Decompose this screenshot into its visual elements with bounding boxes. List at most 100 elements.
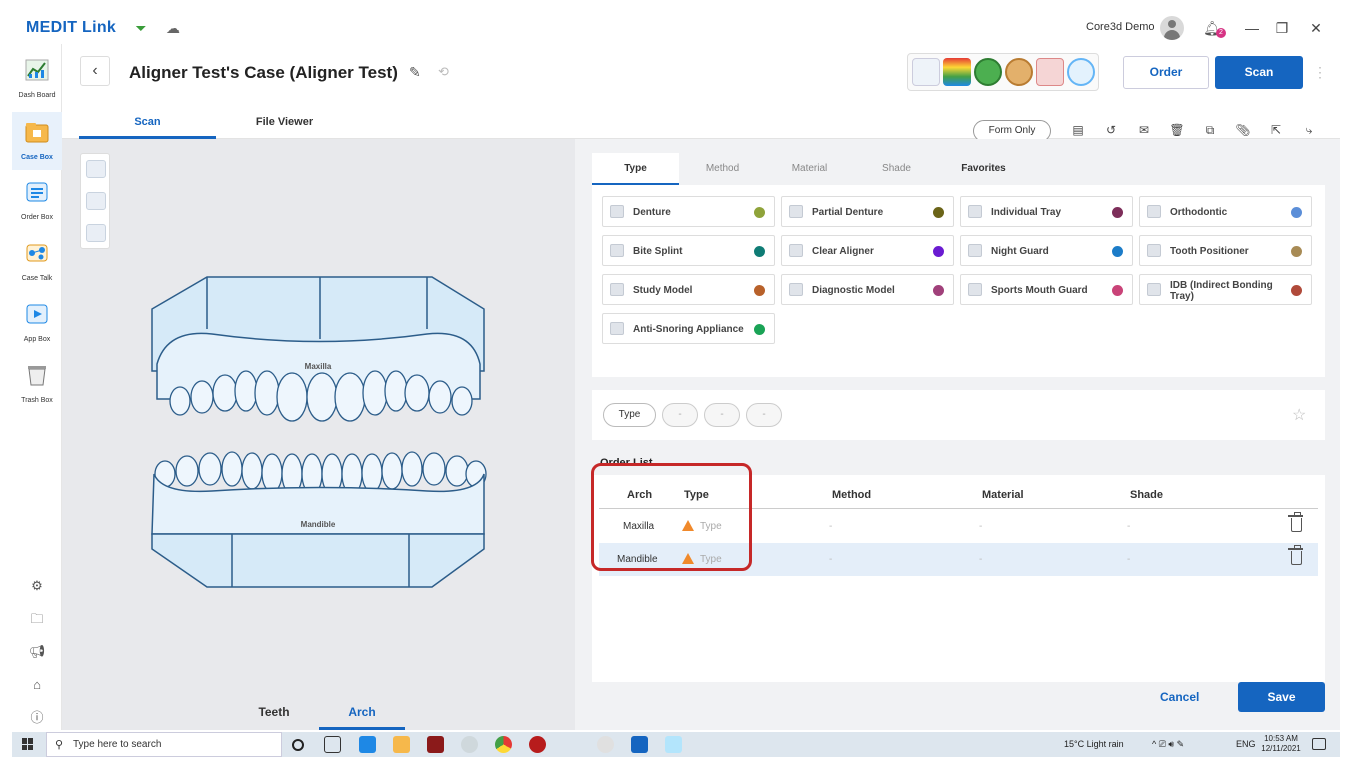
more-icon[interactable]: ⋮ xyxy=(1313,64,1327,81)
history-icon[interactable]: ↺ xyxy=(1102,121,1120,139)
type-card[interactable]: Bite Splint xyxy=(602,235,775,266)
mail-icon[interactable]: ✉ xyxy=(1135,121,1153,139)
export-icon[interactable]: ⇱ xyxy=(1267,121,1285,139)
app-icon[interactable] xyxy=(597,736,614,753)
tab-favorites[interactable]: Favorites xyxy=(940,153,1027,185)
scan-button[interactable]: Scan xyxy=(1215,56,1303,89)
type-card[interactable]: Orthodontic xyxy=(1139,196,1312,227)
model-icon[interactable] xyxy=(974,58,1002,86)
tab-material[interactable]: Material xyxy=(766,153,853,185)
unlink-icon[interactable]: ⟲ xyxy=(438,64,449,80)
app-toolbar xyxy=(907,53,1099,91)
tab-file-viewer[interactable]: File Viewer xyxy=(216,116,353,139)
settings-icon[interactable]: ⚙ xyxy=(27,576,47,596)
save-button[interactable]: Save xyxy=(1238,682,1325,712)
app-icon[interactable] xyxy=(461,736,478,753)
type-card[interactable]: Night Guard xyxy=(960,235,1133,266)
notification-icon[interactable] xyxy=(1312,738,1326,750)
col-shade: Shade xyxy=(1130,489,1164,501)
type-icon xyxy=(610,205,624,218)
app-icon[interactable] xyxy=(665,736,682,753)
type-label: Sports Mouth Guard xyxy=(991,285,1088,296)
smile-icon[interactable] xyxy=(1067,58,1095,86)
star-icon[interactable]: ☆ xyxy=(1292,405,1306,425)
scanner-icon[interactable] xyxy=(912,58,940,86)
copy-icon[interactable]: ⧉ xyxy=(1201,121,1219,139)
sidebar-item-order-box[interactable]: Order Box xyxy=(12,172,62,230)
type-card[interactable]: IDB (Indirect Bonding Tray) xyxy=(1139,274,1312,305)
weather-text[interactable]: 15°C Light rain xyxy=(1064,739,1124,749)
info-icon[interactable]: ⓘ xyxy=(27,708,47,728)
tab-type[interactable]: Type xyxy=(592,153,679,185)
language[interactable]: ENG xyxy=(1236,739,1256,749)
type-card[interactable]: Partial Denture xyxy=(781,196,954,227)
type-icon xyxy=(968,205,982,218)
tab-teeth[interactable]: Teeth xyxy=(234,705,314,730)
back-button[interactable]: ‹ xyxy=(80,56,110,86)
restore-icon[interactable]: ❐ xyxy=(1272,18,1292,38)
taskbar-search[interactable]: ⚲ Type here to search xyxy=(46,732,282,757)
tab-scan[interactable]: Scan xyxy=(79,116,216,139)
order-button[interactable]: Order xyxy=(1123,56,1209,89)
sidebar-item-dash-board[interactable]: Dash Board xyxy=(12,50,62,108)
arch-diagram: Maxilla Mandible xyxy=(151,276,487,588)
type-icon xyxy=(789,244,803,257)
sidebar-item-app-box[interactable]: App Box xyxy=(12,294,62,352)
type-card[interactable]: Study Model xyxy=(602,274,775,305)
note-icon[interactable]: ▤ xyxy=(1069,121,1087,139)
task-view-icon[interactable] xyxy=(324,736,341,753)
teamviewer-icon[interactable] xyxy=(359,736,376,753)
tab-shade[interactable]: Shade xyxy=(853,153,940,185)
pencil-icon[interactable]: ✎ xyxy=(409,64,421,81)
tab-method[interactable]: Method xyxy=(679,153,766,185)
sidebar-item-case-box[interactable]: Case Box xyxy=(12,112,62,170)
minimize-icon[interactable]: — xyxy=(1242,18,1262,38)
filter-icon[interactable]: ⏷ xyxy=(131,18,151,38)
type-label: Clear Aligner xyxy=(812,246,874,257)
chrome-icon[interactable] xyxy=(495,736,512,753)
tab-arch[interactable]: Arch xyxy=(319,705,405,730)
type-card[interactable]: Sports Mouth Guard xyxy=(960,274,1133,305)
clock[interactable]: 10:53 AM 12/11/2021 xyxy=(1260,734,1302,754)
app-icon[interactable] xyxy=(427,736,444,753)
sidebar-item-case-talk[interactable]: Case Talk xyxy=(12,233,62,291)
teeth-icon[interactable] xyxy=(1036,58,1064,86)
app-box-icon xyxy=(24,302,50,326)
cloud-sync-icon[interactable]: ☁ xyxy=(163,18,183,38)
chip-type[interactable]: Type xyxy=(603,403,656,427)
chip-method[interactable]: - xyxy=(662,403,698,427)
home-icon[interactable]: ⌂ xyxy=(27,675,47,695)
mandible-base[interactable] xyxy=(151,533,485,588)
tray-icons[interactable]: ^ ⎚ 🔊︎ ✎ xyxy=(1152,739,1184,750)
type-card[interactable]: Denture xyxy=(602,196,775,227)
attach-icon[interactable]: 📎︎ xyxy=(1234,121,1252,139)
cancel-button[interactable]: Cancel xyxy=(1160,690,1199,704)
medit-link-icon[interactable] xyxy=(631,736,648,753)
cortana-icon[interactable] xyxy=(292,739,304,751)
arch-icon[interactable] xyxy=(1005,58,1033,86)
type-card[interactable]: Anti-Snoring Appliance xyxy=(602,313,775,344)
delete-icon[interactable]: 🗑︎ xyxy=(1168,121,1186,139)
app-window: MEDIT Link ⏷ ☁ Core3d Demo 🔔︎ 2 — ❐ ✕ Da… xyxy=(12,12,1340,730)
close-icon[interactable]: ✕ xyxy=(1306,18,1326,38)
chip-material[interactable]: - xyxy=(704,403,740,427)
type-card[interactable]: Tooth Positioner xyxy=(1139,235,1312,266)
type-card[interactable]: Individual Tray xyxy=(960,196,1133,227)
windows-start-icon[interactable] xyxy=(22,738,34,750)
app-icon[interactable] xyxy=(529,736,546,753)
avatar[interactable] xyxy=(1160,16,1184,40)
sidebar-item-trash-box[interactable]: Trash Box xyxy=(12,355,62,413)
share-icon[interactable]: ⤷ xyxy=(1300,121,1318,139)
trash-icon[interactable] xyxy=(1288,512,1303,532)
type-card[interactable]: Diagnostic Model xyxy=(781,274,954,305)
type-icon xyxy=(1147,205,1161,218)
trash-icon[interactable] xyxy=(1288,545,1303,565)
chip-shade[interactable]: - xyxy=(746,403,782,427)
page-title: Aligner Test's Case (Aligner Test) xyxy=(129,63,398,82)
file-explorer-icon[interactable] xyxy=(393,736,410,753)
type-color-dot xyxy=(933,285,944,296)
heatmap-icon[interactable] xyxy=(943,58,971,86)
type-card[interactable]: Clear Aligner xyxy=(781,235,954,266)
megaphone-icon[interactable]: 📢︎ xyxy=(27,642,47,662)
folder-icon[interactable]: 🗀 xyxy=(27,609,47,629)
